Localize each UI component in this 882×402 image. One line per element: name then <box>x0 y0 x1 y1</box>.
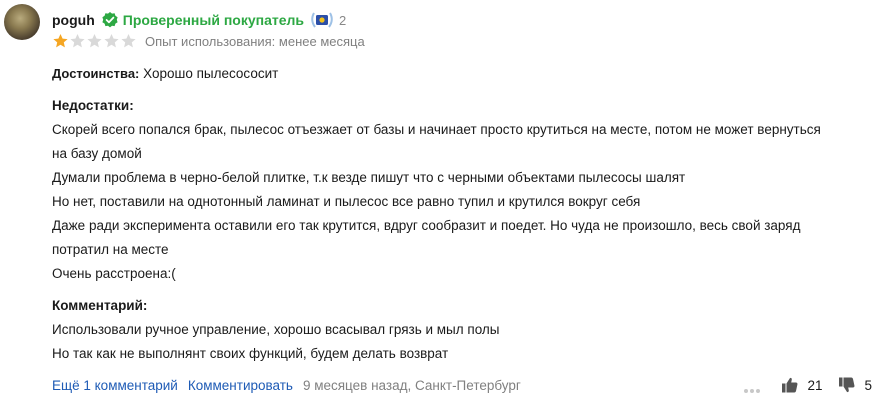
more-comments-link[interactable]: Ещё 1 комментарий <box>52 378 178 393</box>
verified-check-icon <box>101 11 119 29</box>
review-meta: 9 месяцев назад, Санкт-Петербург <box>302 377 521 393</box>
verified-buyer-label: Проверенный покупатель <box>122 12 305 28</box>
cons-label: Недостатки: <box>52 98 134 113</box>
star-filled-icon <box>52 33 69 49</box>
review-footer: Ещё 1 комментарий Комментировать 9 месяц… <box>52 373 521 397</box>
reply-link[interactable]: Комментировать <box>188 378 293 393</box>
author-name[interactable]: poguh <box>52 12 95 28</box>
rating-row: Опыт использования: менее месяца <box>52 32 365 50</box>
more-options-icon[interactable] <box>743 382 761 393</box>
cons-line: Очень расстроена:( <box>52 266 176 281</box>
laurel-badge-icon[interactable] <box>308 10 336 30</box>
cons-line: Даже ради эксперимента оставили его так … <box>52 218 801 233</box>
pros-label: Достоинства: <box>52 66 140 81</box>
comment-line: Но так как не выполнянт своих функций, б… <box>52 346 449 361</box>
experience-text: Опыт использования: менее месяца <box>145 33 365 49</box>
comment-label: Комментарий: <box>52 298 148 313</box>
star-empty-icon <box>103 33 120 49</box>
review-header: poguh Проверенный покупатель 2 <box>52 10 346 30</box>
thumbs-up-icon[interactable] <box>781 376 799 394</box>
pros-text: Хорошо пылесососит <box>143 66 279 81</box>
dislikes-count: 5 <box>864 377 872 393</box>
thumbs-down-icon[interactable] <box>838 376 856 394</box>
badge-count: 2 <box>339 12 347 28</box>
cons-line: Скорей всего попался брак, пылесос отъез… <box>52 122 821 137</box>
cons-line: на базу домой <box>52 146 142 161</box>
review-card: poguh Проверенный покупатель 2 Опыт испо… <box>0 0 882 402</box>
star-rating <box>52 33 137 49</box>
likes-count: 21 <box>807 377 823 393</box>
star-empty-icon <box>120 33 137 49</box>
avatar[interactable] <box>4 4 40 40</box>
cons-line: Но нет, поставили на однотонный ламинат … <box>52 194 641 209</box>
star-empty-icon <box>86 33 103 49</box>
cons-line: потратил на месте <box>52 242 169 257</box>
cons-line: Думали проблема в черно-белой плитке, т.… <box>52 170 686 185</box>
vote-actions: 21 5 <box>743 373 872 397</box>
pros-section: Достоинства: Хорошо пылесососит <box>52 62 278 86</box>
star-empty-icon <box>69 33 86 49</box>
comment-line: Использовали ручное управление, хорошо в… <box>52 322 500 337</box>
